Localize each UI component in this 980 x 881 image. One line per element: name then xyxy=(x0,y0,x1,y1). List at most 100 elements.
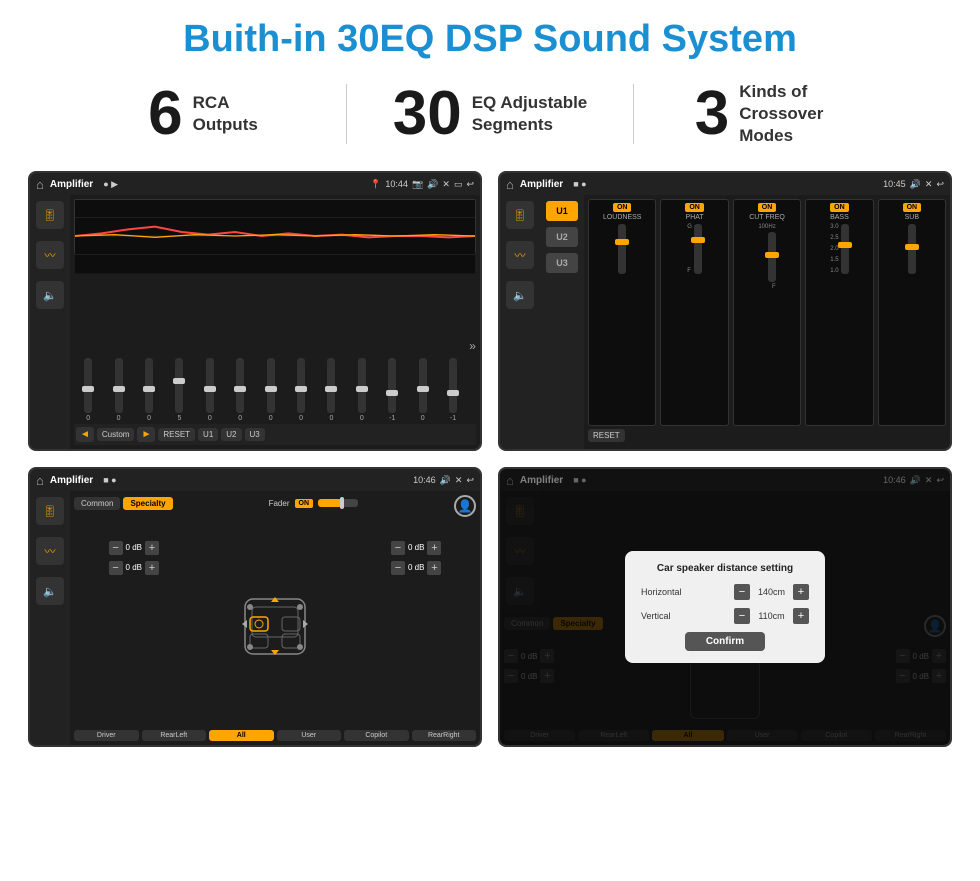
phat-slider[interactable] xyxy=(694,224,702,274)
cutfreq-on-badge[interactable]: ON xyxy=(758,203,777,212)
fader-row: Fader ON xyxy=(269,499,358,508)
home-icon[interactable]: ⌂ xyxy=(36,177,44,192)
eq-camera-icon: 📷 xyxy=(412,179,423,190)
bass-on-badge[interactable]: ON xyxy=(830,203,849,212)
eq-reset-btn[interactable]: RESET xyxy=(158,428,195,441)
speaker-left-panel: 🎚 〰 🔈 xyxy=(30,491,70,745)
amp-back-icon[interactable]: ↩ xyxy=(936,179,944,190)
btn-driver[interactable]: Driver xyxy=(74,730,139,741)
amp-wave-icon[interactable]: 〰 xyxy=(506,241,534,269)
speaker-wave-icon[interactable]: 〰 xyxy=(36,537,64,565)
eq-prev-btn[interactable]: ◄ xyxy=(76,427,94,442)
db-val-tl: 0 dB xyxy=(126,543,142,552)
horizontal-plus[interactable]: + xyxy=(793,584,809,600)
bass-label: BASS xyxy=(830,214,849,221)
db-minus-bl[interactable]: − xyxy=(109,561,123,575)
speaker-home-icon[interactable]: ⌂ xyxy=(36,473,44,488)
db-plus-bl[interactable]: + xyxy=(145,561,159,575)
page-title: Buith-in 30EQ DSP Sound System xyxy=(0,0,980,71)
amp-sliders-icon[interactable]: 🎚 xyxy=(506,201,534,229)
eq-main: 25 32 40 50 63 80 100 125 160 200 250 32… xyxy=(70,195,480,449)
eq-graph xyxy=(74,199,476,254)
eq-u2-btn[interactable]: U2 xyxy=(221,428,241,441)
db-minus-br[interactable]: − xyxy=(391,561,405,575)
stat-eq: 30 EQ Adjustable Segments xyxy=(347,83,633,145)
eq-back-icon[interactable]: ↩ xyxy=(466,179,474,190)
eq-slider-track-1[interactable] xyxy=(84,358,92,413)
loudness-slider[interactable] xyxy=(618,224,626,274)
btn-copilot[interactable]: Copilot xyxy=(344,730,409,741)
db-plus-tl[interactable]: + xyxy=(145,541,159,555)
amp-home-icon[interactable]: ⌂ xyxy=(506,177,514,192)
dialog-overlay: Car speaker distance setting Horizontal … xyxy=(500,469,950,745)
sub-control: ON SUB xyxy=(878,199,946,426)
db-plus-br[interactable]: + xyxy=(427,561,441,575)
amp-u2-btn[interactable]: U2 xyxy=(546,227,578,247)
horizontal-value: 140cm xyxy=(754,587,789,597)
cutfreq-label: CUT FREQ xyxy=(749,214,785,221)
speaker-vol-btn[interactable]: 🔈 xyxy=(36,577,64,605)
eq-slider-13: -1 xyxy=(439,358,467,422)
db-minus-tr[interactable]: − xyxy=(391,541,405,555)
eq-slider-3: 0 xyxy=(135,358,163,422)
amp-controls-row: ON LOUDNESS ON PHAT xyxy=(588,199,946,426)
eq-speaker-icon[interactable]: 🔈 xyxy=(36,281,64,309)
tab-common[interactable]: Common xyxy=(74,497,120,510)
eq-sliders-icon[interactable]: 🎚 xyxy=(36,201,64,229)
fader-slider[interactable] xyxy=(318,499,358,507)
eq-slider-9: 0 xyxy=(317,358,345,422)
vertical-value: 110cm xyxy=(754,611,789,621)
eq-u3-btn[interactable]: U3 xyxy=(245,428,265,441)
bass-slider[interactable] xyxy=(841,224,849,274)
eq-bottom-bar: ◄ Custom ► RESET U1 U2 U3 xyxy=(74,424,476,445)
sub-slider[interactable] xyxy=(908,224,916,274)
vertical-minus[interactable]: − xyxy=(734,608,750,624)
vertical-plus[interactable]: + xyxy=(793,608,809,624)
eq-app-title: Amplifier xyxy=(50,179,93,190)
more-icon[interactable]: » xyxy=(469,339,476,353)
btn-rearright[interactable]: RearRight xyxy=(412,730,477,741)
amp-vol-btn[interactable]: 🔈 xyxy=(506,281,534,309)
db-control-br: − 0 dB + xyxy=(391,561,441,575)
amp-screen: ⌂ Amplifier ■ ● 10:45 🔊 ✕ ↩ 🎚 〰 🔈 xyxy=(498,171,952,451)
loudness-label: LOUDNESS xyxy=(603,214,642,221)
horizontal-minus[interactable]: − xyxy=(734,584,750,600)
distance-dialog: Car speaker distance setting Horizontal … xyxy=(625,551,825,663)
stat-crossover-text: Kinds of Crossover Modes xyxy=(739,81,859,147)
db-minus-tl[interactable]: − xyxy=(109,541,123,555)
loudness-on-badge[interactable]: ON xyxy=(613,203,632,212)
eq-u1-btn[interactable]: U1 xyxy=(198,428,218,441)
btn-rearleft[interactable]: RearLeft xyxy=(142,730,207,741)
person-icon[interactable]: 👤 xyxy=(454,495,476,517)
db-val-br: 0 dB xyxy=(408,563,424,572)
eq-custom-btn[interactable]: Custom xyxy=(97,428,135,441)
speaker-main: Common Specialty Fader ON xyxy=(70,491,480,745)
phat-on-badge[interactable]: ON xyxy=(685,203,704,212)
amp-vol-icon: 🔊 xyxy=(910,179,921,190)
amp-reset-btn[interactable]: RESET xyxy=(588,429,625,442)
amp-u1-btn[interactable]: U1 xyxy=(546,201,578,221)
btn-all[interactable]: All xyxy=(209,730,274,741)
left-db-controls: − 0 dB + − 0 dB + xyxy=(74,541,159,575)
sub-on-badge[interactable]: ON xyxy=(903,203,922,212)
confirm-button[interactable]: Confirm xyxy=(685,632,765,651)
speaker-sliders-icon[interactable]: 🎚 xyxy=(36,497,64,525)
eq-close-icon: ✕ xyxy=(442,179,450,190)
db-control-tr: − 0 dB + xyxy=(391,541,441,555)
eq-wave-icon[interactable]: 〰 xyxy=(36,241,64,269)
speaker-back-icon[interactable]: ↩ xyxy=(466,475,474,486)
db-plus-tr[interactable]: + xyxy=(427,541,441,555)
eq-status-bar: ⌂ Amplifier ● ▶ 📍 10:44 📷 🔊 ✕ ▭ ↩ xyxy=(30,173,480,195)
amp-u3-btn[interactable]: U3 xyxy=(546,253,578,273)
cutfreq-control: ON CUT FREQ 100Hz F xyxy=(733,199,801,426)
btn-user[interactable]: User xyxy=(277,730,342,741)
stat-rca-text: RCA Outputs xyxy=(193,92,258,136)
eq-next-btn[interactable]: ► xyxy=(137,427,155,442)
tab-specialty[interactable]: Specialty xyxy=(123,497,172,510)
speaker-vol-icon: 🔊 xyxy=(440,475,451,486)
eq-dots: ● ▶ xyxy=(103,179,118,190)
stat-rca: 6 RCA Outputs xyxy=(60,83,346,145)
cutfreq-slider[interactable] xyxy=(768,232,776,282)
eq-left-panel: 🎚 〰 🔈 xyxy=(30,195,70,449)
fader-on-badge[interactable]: ON xyxy=(295,499,314,508)
